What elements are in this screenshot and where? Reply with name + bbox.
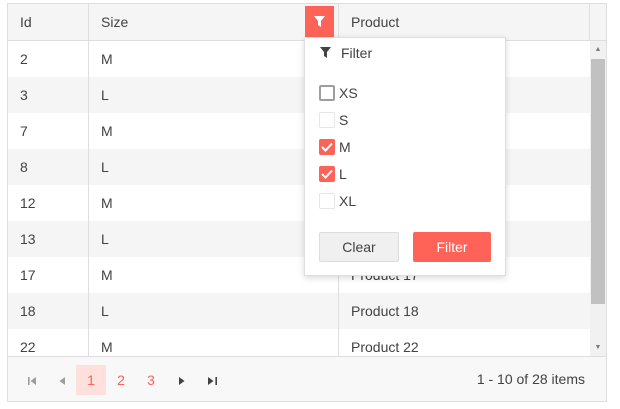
filter-icon [314, 14, 325, 30]
first-page-icon[interactable] [22, 366, 42, 395]
filter-option-l[interactable]: L [319, 165, 347, 183]
cell-id: 7 [8, 113, 89, 149]
cell-size: M [89, 257, 339, 293]
filter-menu-title: Filter [341, 45, 373, 61]
filter-option-label: XL [339, 193, 357, 209]
vertical-scrollbar[interactable]: ▲ ▼ [590, 41, 606, 356]
checkbox[interactable] [319, 193, 335, 209]
grid-header: Id Size Product [8, 4, 606, 41]
page-3-button[interactable]: 3 [136, 365, 166, 395]
cell-size: L [89, 77, 339, 113]
filter-option-m[interactable]: M [319, 138, 351, 156]
cell-id: 22 [8, 329, 89, 356]
clear-button[interactable]: Clear [319, 232, 399, 262]
pager: 1 2 3 1 - 10 of 28 items [8, 356, 606, 401]
cell-product: Product 18 [351, 303, 419, 319]
filter-menu-popup: Filter XS S M L XL Clear Filter [304, 37, 506, 276]
checkbox[interactable] [319, 166, 335, 182]
filter-option-label: S [339, 112, 349, 128]
checkbox[interactable] [319, 85, 335, 101]
column-header-id[interactable]: Id [8, 4, 89, 40]
filter-option-xl[interactable]: XL [319, 192, 356, 210]
cell-product: Product 22 [351, 339, 419, 355]
cell-id: 8 [8, 149, 89, 185]
cell-id: 12 [8, 185, 89, 221]
filter-menu-header: Filter [320, 45, 372, 61]
previous-page-icon[interactable] [52, 366, 72, 395]
page-1-button[interactable]: 1 [76, 365, 106, 395]
pager-info: 1 - 10 of 28 items [476, 371, 585, 387]
cell-size: L [89, 149, 339, 185]
filter-option-label: L [339, 166, 347, 182]
scroll-up-icon[interactable]: ▲ [590, 41, 606, 58]
checkbox[interactable] [319, 139, 335, 155]
table-row[interactable]: 18 L Product 18 [8, 293, 590, 329]
cell-size: M [89, 329, 339, 356]
filter-option-label: XS [339, 85, 358, 101]
cell-id: 3 [8, 77, 89, 113]
cell-size: M [89, 41, 339, 77]
checkbox[interactable] [319, 112, 335, 128]
filter-option-label: M [339, 139, 351, 155]
cell-id: 17 [8, 257, 89, 293]
cell-size: L [89, 221, 339, 257]
checkmark-icon [321, 169, 333, 179]
filter-icon [320, 45, 331, 61]
next-page-icon[interactable] [172, 366, 192, 395]
table-row[interactable]: 22 M Product 22 [8, 329, 590, 356]
scroll-down-icon[interactable]: ▼ [590, 339, 606, 356]
cell-size: M [89, 185, 339, 221]
column-header-product[interactable]: Product [339, 4, 590, 40]
checkmark-icon [321, 142, 333, 152]
size-filter-button[interactable] [305, 6, 334, 37]
cell-size: L [89, 293, 339, 329]
cell-id: 2 [8, 41, 89, 77]
scrollbar-thumb[interactable] [591, 59, 605, 304]
page-2-button[interactable]: 2 [106, 365, 136, 395]
column-header-size[interactable]: Size [89, 4, 339, 40]
cell-id: 13 [8, 221, 89, 257]
filter-option-xs[interactable]: XS [319, 84, 358, 102]
last-page-icon[interactable] [202, 366, 222, 395]
filter-option-s[interactable]: S [319, 111, 348, 129]
cell-id: 18 [8, 293, 89, 329]
apply-filter-button[interactable]: Filter [413, 232, 491, 262]
column-header-size-label: Size [101, 14, 129, 30]
cell-size: M [89, 113, 339, 149]
